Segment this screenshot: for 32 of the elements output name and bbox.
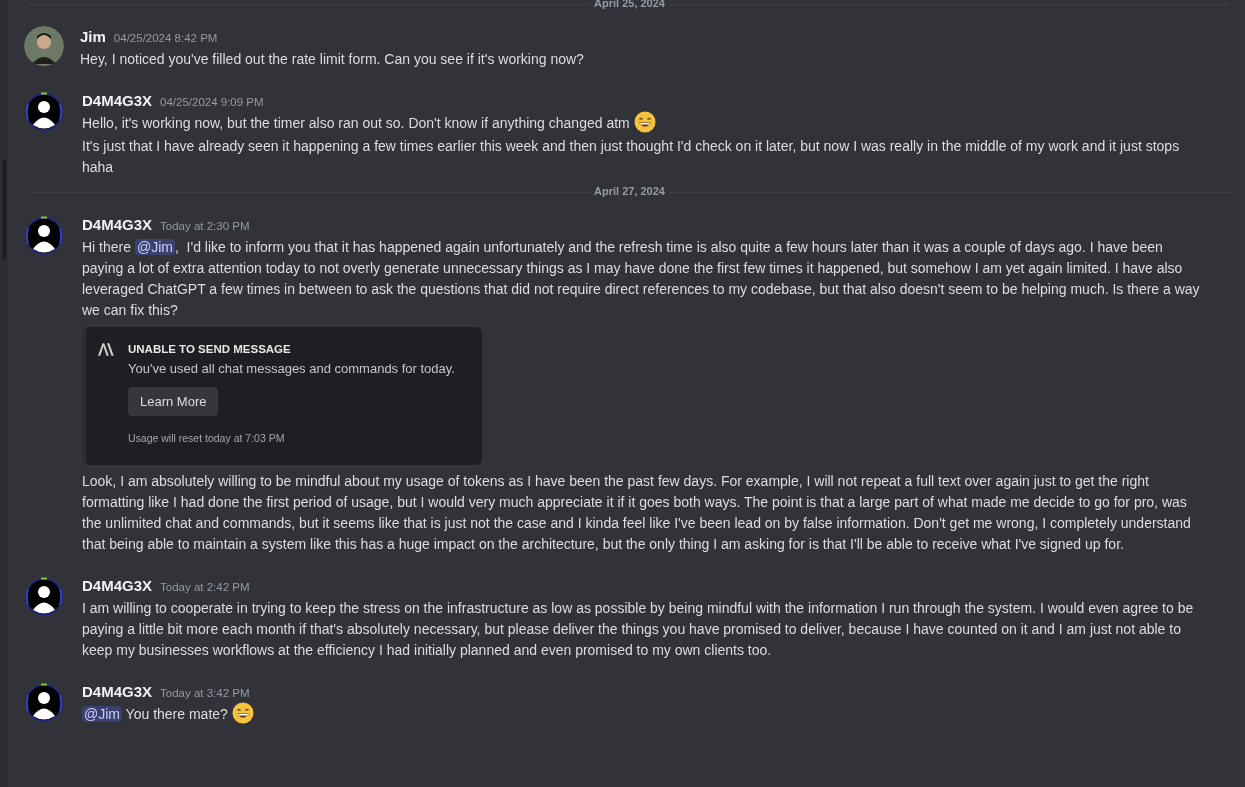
message-text: It's just that I have already seen it happening a few times earlier this week and then just thought I'd check on it later, but now I was really in the middle of my work and it just stops haha [82,137,1181,177]
embed-description: You've used all chat messages and commands for today. [128,360,455,378]
avatar-silhouette-icon[interactable] [22,681,66,725]
message-text: Look, I am absolutely willing to be mindful about my usage of tokens as I have been the past few days. For example, I will not repeat a full text over again just to get the right formatting like I had done the first period of usage, but I would very much appreciate it if it goes both ways. The point is that a large part of what made me decide to go for pro, was the unlimited chat and commands, but it seems like that is just not the case and I kinda feel like I've been lead on by false information. Don't get me wrong, I completely understand that being able to maintain a system like this has a huge impact on the architecture, but the only thing I am asking for is that I'll be able to receive what I've signed up for. [82,472,1192,554]
avatar-silhouette-icon[interactable] [22,214,66,258]
embed-footer: Usage will reset today at 7:03 PM [128,428,285,449]
user-mention[interactable]: @Jim [134,239,175,255]
grinning-face-icon [231,702,254,725]
username[interactable]: D4M4G3X [82,214,153,235]
message-timestamp: 04/25/2024 9:09 PM [160,95,264,110]
avatar-silhouette-icon[interactable] [22,90,66,134]
avatar-photo-placeholder[interactable] [24,26,64,66]
learn-more-button[interactable]: Learn More [128,387,219,416]
message-timestamp: Today at 2:30 PM [160,219,250,234]
message-text: Hi there @Jim, I'd like to inform you that it has happened again unfortunately and the refresh time is also quite a few hours later than it was a couple of days ago. I have been paying a lot of extra attention today to not overly generate unnecessary things as I may have done the first few times it happened, but somehow I am yet again limited. I have also leveraged ChatGPT a few times in between to ask the questions that did not require direct references to my codebase, but that also doesn't seem to be helping much. Is there a way we can fix this? [82,238,1201,320]
message-text: Hello, it's working now, but the timer also ran out so. Don't know if anything changed atm [82,113,1205,134]
username[interactable]: D4M4G3X [82,575,153,596]
user-mention[interactable]: @Jim [82,706,122,722]
message-timestamp: Today at 3:42 PM [160,686,250,701]
scrollbar[interactable] [0,0,8,787]
avatar-silhouette-icon[interactable] [22,575,66,619]
username[interactable]: D4M4G3X [82,90,153,111]
username[interactable]: D4M4G3X [82,681,153,702]
logo-icon [98,343,116,356]
message-text: I am willing to cooperate in trying to keep the stress on the infrastructure as low as possible by being mindful with the information I run through the system. I would even agree to be paying a little bit more each month if that's absolutely necessary, but please deliver the things you have promised to deliver, because I have counted on it and I am just not able to keep my businesses workflows at the efficiency I had initially planned and even promised to my own clients too. [82,599,1195,660]
message-text: Hey, I noticed you've filled out the rate limit form. Can you see if it's working now? [80,50,585,69]
embed-title: UNABLE TO SEND MESSAGE [128,342,291,357]
message-timestamp: Today at 2:42 PM [160,580,250,595]
message-timestamp: 04/25/2024 8:42 PM [113,31,218,46]
grinning-face-icon [633,111,656,134]
username[interactable]: Jim [80,26,106,47]
message-text: @Jim You there mate? [82,704,1205,725]
